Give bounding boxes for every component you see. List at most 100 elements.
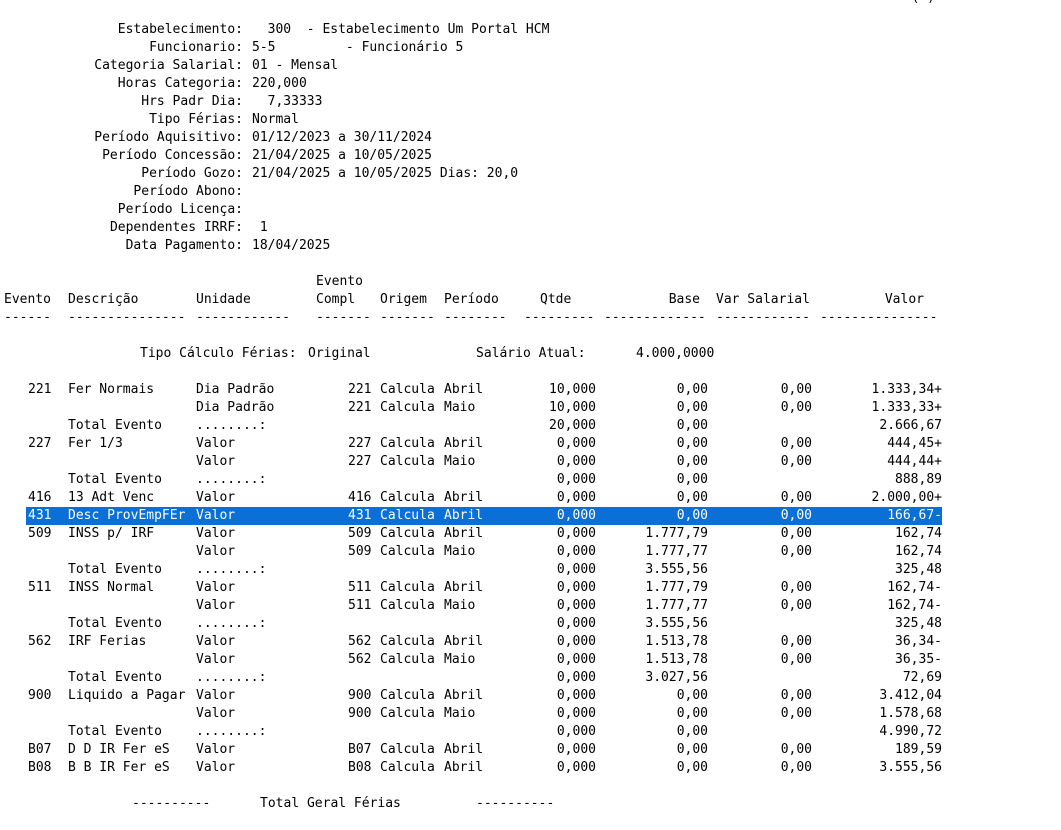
cell-unidade: Valor (196, 634, 236, 649)
header-line: Período Abono: (0, 183, 1061, 201)
cell-origem: Calcula (380, 526, 435, 541)
cell-descricao: Total Evento (68, 616, 162, 631)
sep-unidade: ------------ (196, 310, 290, 325)
cell-qtde: 10,000 (549, 400, 596, 415)
header-line: Estabelecimento: 300 - Estabelecimento U… (0, 21, 1061, 39)
cell-valor: 1.333,33+ (871, 400, 942, 415)
cell-unidade: Valor (196, 760, 236, 775)
sep-base: ------------- (604, 310, 706, 325)
cell-base: 0,00 (676, 724, 708, 739)
header-line: Período Licença: (0, 201, 1061, 219)
sep-descricao: --------------- (68, 310, 186, 325)
cell-qtde: 10,000 (549, 382, 596, 397)
salario-atual-value: 4.000,0000 (636, 346, 715, 361)
header-line: Período Gozo: 21/04/2025 a 10/05/2025 Dia… (0, 165, 1061, 183)
header-label: Período Abono: (133, 184, 243, 199)
cell-unidade: Valor (196, 688, 236, 703)
cell-evento-compl: 900 (348, 688, 372, 703)
cell-base: 1.513,78 (645, 634, 708, 649)
cell-var-salarial (712, 723, 812, 741)
cell-evento: 509 (28, 526, 52, 541)
cell-valor: 162,74 (895, 544, 942, 559)
cell-qtde: 0,000 (556, 706, 596, 721)
header-line: Horas Categoria: 220,000 (0, 75, 1061, 93)
cell-periodo: Maio (444, 400, 476, 415)
cell-qtde: 0,000 (556, 544, 596, 559)
cell-var-salarial: 0,00 (780, 544, 812, 559)
cell-origem: Calcula (380, 544, 435, 559)
tipo-calculo-label: Tipo Cálculo Férias: (140, 346, 297, 361)
header-value: 7,33333 (252, 94, 323, 109)
header-line: Período Aquisitivo: 01/12/2023 a 30/11/20… (0, 129, 1061, 147)
sep-compl: ------- (316, 310, 371, 325)
cell-origem: Calcula (380, 598, 435, 613)
cell-qtde: 0,000 (556, 526, 596, 541)
cell-var-salarial: 0,00 (780, 706, 812, 721)
cell-qtde: 0,000 (556, 598, 596, 613)
cell-descricao: Total Evento (68, 670, 162, 685)
cell-valor: 72,69 (902, 670, 942, 685)
cell-periodo: Maio (444, 706, 476, 721)
cell-descricao: Total Evento (68, 562, 162, 577)
footer-dash-left: ---------- (132, 796, 211, 811)
cell-valor: 36,35- (895, 652, 942, 667)
header-value: 21/04/2025 a 10/05/2025 (252, 148, 433, 163)
cell-valor: 36,34- (895, 634, 942, 649)
cell-descricao: Liquido a Pagar (68, 688, 186, 703)
cell-periodo: Maio (444, 544, 476, 559)
cell-base: 0,00 (676, 400, 708, 415)
header-label: Data Pagamento: (125, 238, 243, 253)
cell-unidade: ........: (196, 562, 267, 577)
cell-var-salarial: 0,00 (780, 634, 812, 649)
header-label: Horas Categoria: (117, 76, 243, 91)
header-value: 21/04/2025 a 10/05/2025 Dias: 20,0 (252, 166, 519, 181)
header-value: 18/04/2025 (252, 238, 331, 253)
cell-qtde: 0,000 (556, 436, 596, 451)
cell-periodo: Maio (444, 454, 476, 469)
cell-descricao: Fer Normais (68, 382, 155, 397)
cell-periodo: Abril (444, 760, 484, 775)
cell-descricao: INSS p/ IRF (68, 526, 155, 541)
cell-periodo: Abril (444, 634, 484, 649)
cell-evento-compl: 509 (348, 544, 372, 559)
cell-periodo: Abril (444, 742, 484, 757)
cell-qtde: 0,000 (556, 454, 596, 469)
cell-origem: Calcula (380, 382, 435, 397)
cell-origem: Calcula (380, 634, 435, 649)
cell-valor: 3.412,04 (879, 688, 942, 703)
cell-unidade: Valor (196, 706, 236, 721)
cell-unidade: Valor (196, 508, 236, 523)
header-line: Tipo Férias: Normal (0, 111, 1061, 129)
sep-valor: --------------- (820, 310, 938, 325)
cell-evento: B08 (28, 760, 52, 775)
cell-origem: Calcula (380, 688, 435, 703)
cell-periodo: Abril (444, 436, 484, 451)
footer-total-label: Total Geral Férias (260, 796, 401, 811)
cell-origem: Calcula (380, 400, 435, 415)
cell-unidade: Valor (196, 544, 236, 559)
cell-var-salarial (712, 669, 812, 687)
cell-qtde: 0,000 (556, 508, 596, 523)
cell-origem: Calcula (380, 490, 435, 505)
cell-evento-compl: 509 (348, 526, 372, 541)
cell-descricao: Total Evento (68, 472, 162, 487)
col-qtde: Qtde (540, 292, 572, 307)
cell-evento: 227 (28, 436, 52, 451)
header-value: 300 - Estabelecimento Um Portal HCM (252, 22, 550, 37)
header-label: Período Aquisitivo: (94, 130, 243, 145)
col-evento: Evento (4, 292, 51, 307)
header-value: 01/12/2023 a 30/11/2024 (252, 130, 433, 145)
cell-valor: 3.555,56 (879, 760, 942, 775)
cell-qtde: 0,000 (556, 562, 596, 577)
cell-var-salarial: 0,00 (780, 490, 812, 505)
cell-base: 1.513,78 (645, 652, 708, 667)
cell-periodo: Abril (444, 508, 484, 523)
cell-valor: 2.000,00+ (871, 490, 942, 505)
cell-descricao: 13 Adt Venc (68, 490, 155, 505)
cell-var-salarial: 0,00 (780, 598, 812, 613)
header-value: 01 - Mensal (252, 58, 339, 73)
cell-unidade: Valor (196, 436, 236, 451)
cell-valor: 4.990,72 (879, 724, 942, 739)
cell-qtde: 0,000 (556, 670, 596, 685)
cell-base: 0,00 (676, 454, 708, 469)
